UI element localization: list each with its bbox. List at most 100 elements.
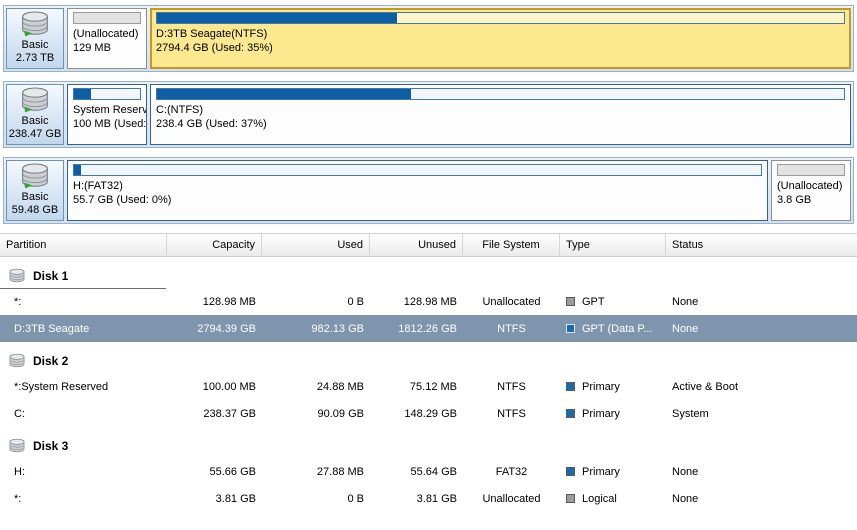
disk-icon — [9, 268, 25, 282]
disk-icon — [9, 438, 25, 452]
cell-status: None — [672, 465, 699, 478]
partition-label: System Reserv — [73, 104, 147, 116]
table-row[interactable]: *: 128.98 MB 0 B 128.98 MB Unallocated GPT Non… — [0, 288, 857, 315]
column-header-partition[interactable]: Partition — [0, 234, 167, 256]
column-header-file-system[interactable]: File System — [463, 234, 560, 256]
usage-bar — [73, 164, 762, 176]
disk-type-label: Basic — [21, 191, 49, 203]
cell-capacity: 2794.39 GB — [197, 322, 256, 335]
partition-block[interactable]: (Unallocated) 3.8 GB — [771, 160, 851, 221]
partition-manager-window: Basic 2.73 TB (Unallocated) 129 MB D:3TB Sea… — [0, 0, 857, 530]
usage-bar — [156, 88, 845, 100]
cell-type: GPT (Data P... — [560, 323, 666, 335]
partition-type-color-icon — [566, 297, 575, 306]
cell-unused: 55.64 GB — [410, 465, 457, 478]
cell-partition: *:System Reserved — [14, 380, 109, 393]
usage-bar-fill — [74, 165, 81, 175]
disk-row: Basic 238.47 GB System Reserv 100 MB (Used:… — [3, 81, 854, 148]
table-body: Disk 1 *: 128.98 MB 0 B 128.98 MB Unallocated… — [0, 263, 857, 512]
table-row[interactable]: H: 55.66 GB 27.88 MB 55.64 GB FAT32 Primary No… — [0, 458, 857, 485]
cell-type: Primary — [560, 466, 666, 478]
partition-label: (Unallocated) — [777, 180, 843, 192]
cell-capacity: 238.37 GB — [203, 407, 256, 420]
disk-group-row[interactable]: Disk 2 — [0, 348, 857, 373]
cell-unused: 3.81 GB — [416, 492, 457, 505]
cell-capacity: 128.98 MB — [202, 295, 256, 308]
column-header-type[interactable]: Type — [560, 234, 666, 256]
cell-type-label: GPT — [582, 295, 605, 308]
disk-type-label: Basic — [21, 115, 49, 127]
disk-row: Basic 59.48 GB H:(FAT32) 55.7 GB (Used: 0%)… — [3, 157, 854, 224]
disk-group-row[interactable]: Disk 1 — [0, 263, 857, 289]
cell-type-label: GPT (Data P... — [582, 322, 653, 335]
cell-file-system: Unallocated — [482, 295, 541, 308]
partition-block[interactable]: D:3TB Seagate(NTFS) 2794.4 GB (Used: 35%) — [150, 8, 851, 69]
partition-size-label: 100 MB (Used: — [73, 118, 147, 130]
column-header-capacity[interactable]: Capacity — [167, 234, 262, 256]
cell-used: 982.13 GB — [311, 322, 364, 335]
cell-capacity: 3.81 GB — [215, 492, 256, 505]
table-row[interactable]: C: 238.37 GB 90.09 GB 148.29 GB NTFS Primary S… — [0, 400, 857, 427]
cell-status: None — [672, 492, 699, 505]
cell-status: System — [672, 407, 709, 420]
cell-type: Logical — [560, 493, 666, 505]
cell-used: 0 B — [347, 295, 364, 308]
cell-capacity: 55.66 GB — [209, 465, 256, 478]
disk-icon — [22, 163, 48, 189]
table-row[interactable]: *: 3.81 GB 0 B 3.81 GB Unallocated Logical Non… — [0, 485, 857, 512]
partition-label: (Unallocated) — [73, 28, 139, 40]
partition-size-label: 2794.4 GB (Used: 35%) — [156, 42, 273, 54]
cell-status: None — [672, 322, 699, 335]
cell-type-label: Primary — [582, 407, 620, 420]
partition-table: Partition Capacity Used Unused File System Ty… — [0, 233, 857, 512]
partition-block[interactable]: H:(FAT32) 55.7 GB (Used: 0%) — [67, 160, 768, 221]
cell-status: Active & Boot — [672, 380, 739, 393]
disk-icon — [22, 11, 48, 37]
disk-group-row[interactable]: Disk 3 — [0, 433, 857, 458]
disk-info[interactable]: Basic 59.48 GB — [6, 160, 64, 221]
partition-label: H:(FAT32) — [73, 180, 123, 192]
column-header-unused[interactable]: Unused — [370, 234, 463, 256]
cell-used: 24.88 MB — [316, 380, 364, 393]
column-header-status[interactable]: Status — [666, 234, 857, 256]
partition-block[interactable]: System Reserv 100 MB (Used: — [67, 84, 147, 145]
partition-block[interactable]: (Unallocated) 129 MB — [67, 8, 147, 69]
disk-group-label: Disk 3 — [33, 438, 69, 453]
disk-icon — [22, 87, 48, 113]
usage-bar-fill — [157, 13, 398, 23]
partition-type-color-icon — [566, 409, 575, 418]
cell-file-system: Unallocated — [482, 492, 541, 505]
disk-icon — [9, 353, 25, 367]
usage-bar-fill — [74, 89, 91, 99]
cell-unused: 128.98 MB — [403, 295, 457, 308]
table-row[interactable]: D:3TB Seagate 2794.39 GB 982.13 GB 1812.26 … — [0, 315, 857, 342]
usage-bar — [777, 164, 845, 176]
usage-bar — [156, 12, 845, 24]
cell-file-system: NTFS — [497, 322, 526, 335]
cell-unused: 1812.26 GB — [398, 322, 457, 335]
disk-info[interactable]: Basic 238.47 GB — [6, 84, 64, 145]
usage-bar — [73, 12, 141, 24]
partition-label: C:(NTFS) — [156, 104, 204, 116]
table-header: Partition Capacity Used Unused File System Ty… — [0, 233, 857, 257]
disk-size-label: 2.73 TB — [15, 52, 55, 64]
cell-partition: *: — [14, 492, 22, 505]
partition-block[interactable]: C:(NTFS) 238.4 GB (Used: 37%) — [150, 84, 851, 145]
partition-type-color-icon — [566, 494, 575, 503]
cell-status: None — [672, 295, 699, 308]
disk-info[interactable]: Basic 2.73 TB — [6, 8, 64, 69]
table-row[interactable]: *:System Reserved 100.00 MB 24.88 MB 75.12 … — [0, 373, 857, 400]
cell-partition: D:3TB Seagate — [14, 322, 90, 335]
cell-used: 0 B — [347, 492, 364, 505]
partition-size-label: 238.4 GB (Used: 37%) — [156, 118, 267, 130]
cell-type-label: Logical — [582, 492, 617, 505]
disk-group-label: Disk 1 — [33, 268, 69, 283]
cell-type: Primary — [560, 408, 666, 420]
cell-partition: H: — [14, 465, 25, 478]
partition-type-color-icon — [566, 382, 575, 391]
disk-size-label: 238.47 GB — [8, 128, 62, 140]
disk-size-label: 59.48 GB — [11, 204, 59, 216]
disk-map: Basic 2.73 TB (Unallocated) 129 MB D:3TB Sea… — [0, 0, 857, 224]
disk-type-label: Basic — [21, 39, 49, 51]
column-header-used[interactable]: Used — [262, 234, 370, 256]
